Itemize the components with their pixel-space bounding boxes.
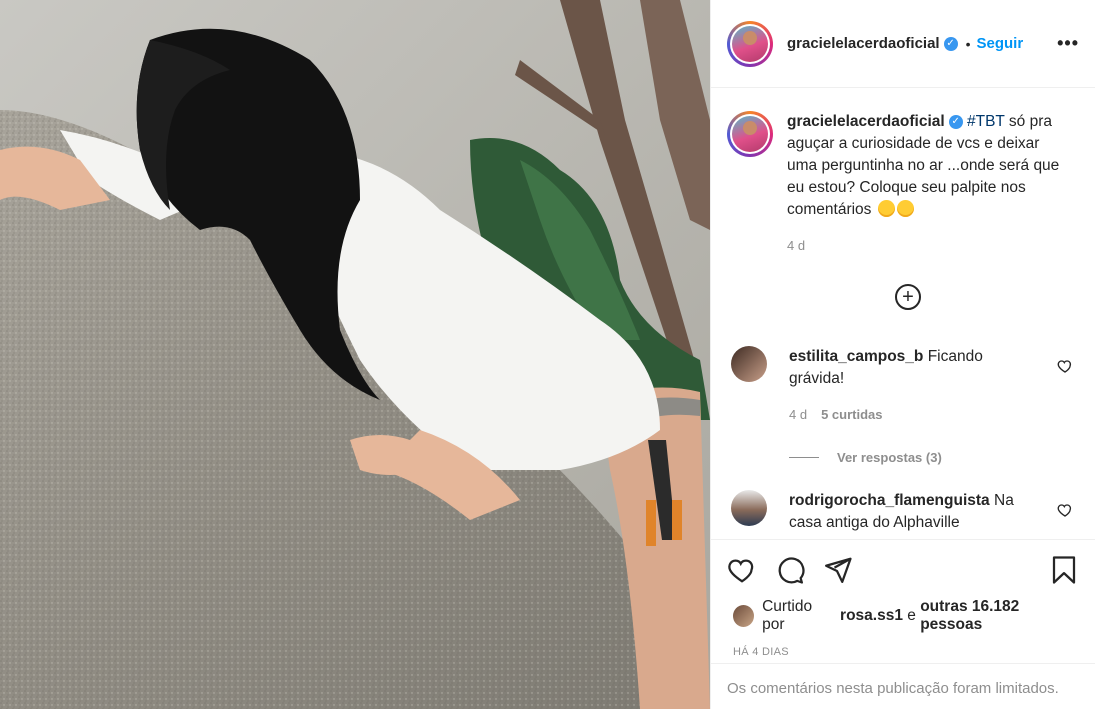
- instagram-post: gracielelacerdaoficial ✓ • Seguir ••• gr…: [0, 0, 1096, 709]
- post-timestamp[interactable]: HÁ 4 DIAS: [711, 634, 1095, 658]
- caption-avatar[interactable]: [727, 111, 773, 157]
- comment-username[interactable]: rodrigorocha_flamenguista: [789, 492, 990, 509]
- commenter-avatar[interactable]: [731, 346, 767, 382]
- heart-icon[interactable]: [1057, 502, 1073, 518]
- caption-username[interactable]: gracielelacerdaoficial: [787, 113, 945, 130]
- post-actions: Curtido por rosa.ss1 e outras 16.182 pes…: [711, 539, 1095, 663]
- comments-limited-notice: Os comentários nesta publicação foram li…: [711, 663, 1095, 709]
- likes-summary: Curtido por rosa.ss1 e outras 16.182 pes…: [711, 588, 1095, 634]
- heart-icon[interactable]: [727, 555, 757, 585]
- post-side-panel: gracielelacerdaoficial ✓ • Seguir ••• gr…: [710, 0, 1095, 709]
- grin-emoji-icon: [896, 200, 914, 217]
- likes-mid: e: [907, 607, 916, 624]
- comment-item: estilita_campos_b Ficando grávida! 4 d5 …: [727, 346, 1079, 426]
- verified-icon: ✓: [948, 114, 963, 129]
- caption-age: 4 d: [787, 238, 806, 253]
- liker-username[interactable]: rosa.ss1: [840, 607, 903, 625]
- comment-icon[interactable]: [775, 555, 805, 585]
- comment-username[interactable]: estilita_campos_b: [789, 348, 923, 365]
- replies-divider: [789, 457, 819, 458]
- comment-item: rodrigorocha_flamenguista Na casa antiga…: [727, 490, 1079, 534]
- liker-avatar[interactable]: [733, 605, 755, 627]
- view-replies-label: Ver respostas (3): [837, 450, 942, 465]
- more-options-icon[interactable]: •••: [1057, 33, 1079, 54]
- share-icon[interactable]: [823, 555, 853, 585]
- likes-prefix: Curtido por: [762, 598, 813, 633]
- caption-hashtag[interactable]: #TBT: [967, 113, 1005, 130]
- separator-dot: •: [965, 35, 971, 52]
- header-username[interactable]: gracielelacerdaoficial: [787, 35, 940, 52]
- comment-likes[interactable]: 5 curtidas: [821, 407, 882, 422]
- post-photo[interactable]: [0, 0, 710, 709]
- heart-icon[interactable]: [1057, 358, 1073, 374]
- comment-age: 4 d: [789, 407, 808, 422]
- view-replies-button[interactable]: Ver respostas (3): [789, 450, 942, 465]
- commenter-avatar[interactable]: [731, 490, 767, 526]
- wink-emoji-icon: [877, 200, 895, 217]
- profile-avatar[interactable]: [727, 20, 773, 67]
- post-caption: gracielelacerdaoficial ✓ #TBT só pra aguç…: [711, 88, 1095, 257]
- comments-section[interactable]: gracielelacerdaoficial ✓ #TBT só pra aguç…: [711, 88, 1095, 539]
- post-header: gracielelacerdaoficial ✓ • Seguir •••: [711, 0, 1095, 88]
- photo-illustration: [0, 0, 710, 709]
- bookmark-icon[interactable]: [1049, 555, 1079, 585]
- verified-icon: ✓: [943, 36, 958, 51]
- follow-button[interactable]: Seguir: [977, 35, 1024, 52]
- plus-circle-icon[interactable]: +: [895, 284, 921, 310]
- likes-others[interactable]: outras 16.182 pessoas: [920, 598, 1079, 634]
